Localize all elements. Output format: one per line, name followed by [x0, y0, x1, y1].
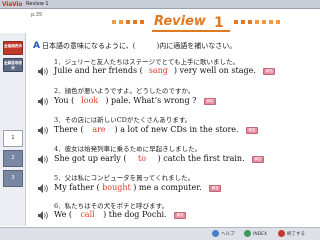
answer-blank[interactable]: to: [129, 154, 155, 163]
exit-label: 終了する: [287, 232, 305, 237]
instruction-heading: A 日本語の意味になるように、( )内に適語を補いなさい。: [33, 41, 236, 51]
question-japanese: 2．顔色が悪いようですよ。どうしたのですか。: [54, 87, 195, 95]
sentence-before: You (: [54, 96, 75, 105]
banner-square: [234, 20, 238, 24]
answer-hint-button[interactable]: 解答: [203, 97, 216, 105]
sentence-before: My father (: [54, 183, 100, 192]
banner-square: [248, 20, 252, 24]
fullscreen-button-label: 全画面表示: [4, 44, 22, 48]
question-sentence: Julie and her friends ( sang ) very well…: [54, 66, 276, 75]
sidebar: 全画面表示 全解答非表示 1 2 3: [0, 33, 26, 226]
speaker-icon[interactable]: [38, 97, 48, 106]
answer-blank[interactable]: are: [86, 125, 112, 134]
help-label: ヘルプ: [221, 232, 235, 237]
banner-title: Review: [154, 14, 206, 29]
speaker-icon[interactable]: [38, 126, 48, 135]
speaker-icon[interactable]: [38, 184, 48, 193]
instruction-text: 日本語の意味になるように、( )内に適語を補いなさい。: [41, 42, 237, 50]
page-tab-2[interactable]: 2: [3, 150, 23, 167]
banner-squares-left: [112, 20, 144, 24]
answer-hint-button[interactable]: 解答: [246, 126, 259, 134]
sentence-after: ) pale. What’s wrong ?: [105, 96, 197, 105]
speaker-icon[interactable]: [38, 211, 48, 220]
title-bar: ViaVio Review 1: [0, 0, 320, 9]
question-sentence: My father ( bought ) me a computer. 解答: [54, 183, 222, 192]
question-sentence: She got up early ( to ) catch the first …: [54, 154, 265, 163]
question-sentence: You ( look ) pale. What’s wrong ? 解答: [54, 96, 216, 105]
banner-square: [140, 20, 144, 24]
bottom-bar: ヘルプ INDEX 終了する: [0, 227, 320, 240]
answer-hint-button[interactable]: 解答: [174, 211, 187, 219]
answer-blank[interactable]: sang: [145, 66, 171, 75]
banner-number: 1: [214, 15, 224, 31]
section-letter: A: [33, 41, 40, 51]
sentence-before: She got up early (: [54, 154, 127, 163]
question-japanese: 6．私たちはその犬をポチと呼びます。: [54, 202, 168, 210]
banner-square: [133, 20, 137, 24]
index-label: INDEX: [253, 232, 268, 237]
window-title: Review 1: [26, 1, 49, 7]
answer-hint-button[interactable]: 解答: [252, 155, 265, 163]
banner-square: [262, 20, 266, 24]
exit-button[interactable]: 終了する: [278, 230, 305, 239]
question-sentence: We ( call ) the dog Pochi. 解答: [54, 210, 187, 219]
banner-square: [255, 20, 259, 24]
sentence-after: ) catch the first train.: [157, 154, 245, 163]
index-icon: [244, 230, 251, 237]
help-icon: [212, 230, 219, 237]
sentence-before: Julie and her friends (: [54, 66, 143, 75]
sentence-after: ) me a computer.: [133, 183, 202, 192]
speaker-icon[interactable]: [38, 67, 48, 76]
sentence-after: ) very well on stage.: [173, 66, 256, 75]
app-logo: ViaVio: [2, 1, 23, 8]
answer-blank[interactable]: call: [75, 210, 101, 219]
banner-square: [276, 20, 280, 24]
banner-square: [112, 20, 116, 24]
sentence-before: There (: [54, 125, 84, 134]
banner-square: [119, 20, 123, 24]
page-tab-3[interactable]: 3: [3, 170, 23, 187]
question-japanese: 3．その店には新しいCDがたくさんあります。: [54, 116, 192, 124]
page-number: p.35: [31, 12, 43, 18]
question-japanese: 1．ジュリーと友人たちはステージでとても上手に歌いました。: [54, 58, 240, 66]
sentence-before: We (: [54, 210, 72, 219]
banner-square: [241, 20, 245, 24]
fullscreen-button[interactable]: 全画面表示: [3, 41, 23, 55]
banner-square: [269, 20, 273, 24]
exit-icon: [278, 230, 285, 237]
sentence-after: ) the dog Pochi.: [103, 210, 167, 219]
question-japanese: 5．父は私にコンピュータを買ってくれました。: [54, 174, 195, 182]
page-tab-1[interactable]: 1: [3, 130, 23, 147]
answer-blank[interactable]: bought: [102, 183, 131, 192]
index-button[interactable]: INDEX: [244, 230, 267, 239]
review-banner: Review 1: [112, 14, 284, 32]
answer-hint-button[interactable]: 解答: [209, 184, 222, 192]
banner-square: [126, 20, 130, 24]
sentence-after: ) a lot of new CDs in the store.: [114, 125, 239, 134]
help-button[interactable]: ヘルプ: [212, 230, 235, 239]
answer-hint-button[interactable]: 解答: [263, 67, 276, 75]
banner-underline: [152, 30, 230, 32]
banner-squares-right: [234, 20, 280, 24]
question-japanese: 4．彼女は始発列車に乗るために早起きしました。: [54, 145, 202, 153]
answer-blank[interactable]: look: [77, 96, 103, 105]
hide-all-answers-label: 全解答非表示: [4, 61, 22, 70]
question-sentence: There ( are ) a lot of new CDs in the st…: [54, 125, 259, 134]
hide-all-answers-button[interactable]: 全解答非表示: [3, 58, 23, 72]
speaker-icon[interactable]: [38, 155, 48, 164]
